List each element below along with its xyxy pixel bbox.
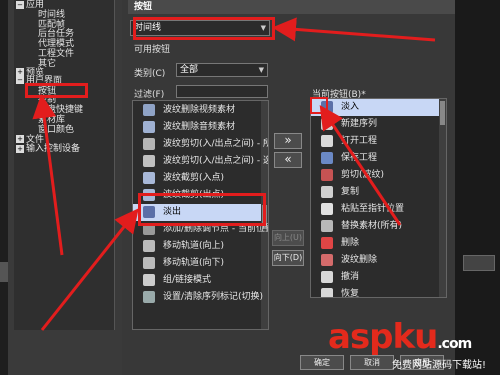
watermark-brand: aspku.com — [328, 317, 472, 361]
watermark-brand-text: aspku — [328, 317, 438, 357]
arrow-to-user-interface — [32, 94, 64, 256]
arrow-to-fade-in — [319, 105, 402, 226]
arrow-to-dropdown — [272, 17, 436, 42]
arrow-to-fade-out — [40, 208, 139, 331]
watermark-slogan: 免费网站源码下载站! — [392, 360, 487, 371]
watermark-tld: .com — [437, 336, 472, 352]
